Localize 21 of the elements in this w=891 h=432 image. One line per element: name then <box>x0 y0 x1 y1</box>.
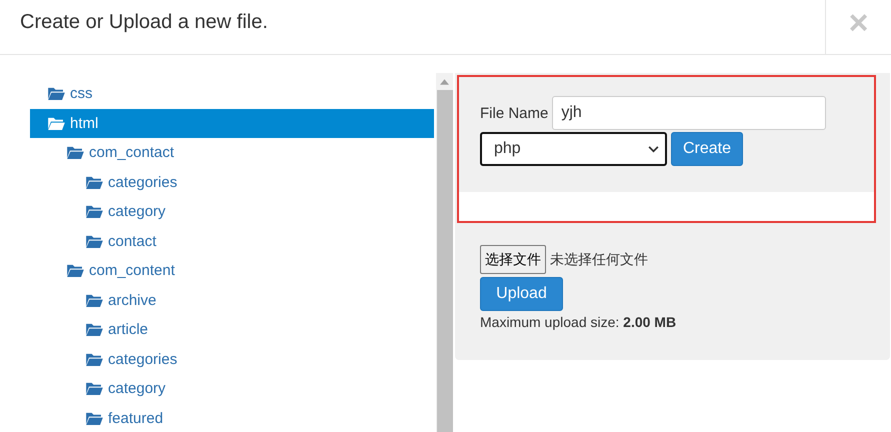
folder-tree-item[interactable]: categories <box>30 344 434 374</box>
file-name-label: File Name <box>480 104 548 122</box>
folder-tree-item[interactable]: category <box>30 197 434 226</box>
folder-tree-item[interactable]: featured <box>30 404 434 432</box>
folder-tree-item[interactable]: css <box>30 79 434 108</box>
folder-tree-item[interactable]: html <box>30 108 434 138</box>
max-upload-size-text: Maximum upload size: 2.00 MB <box>480 314 676 330</box>
file-type-select[interactable]: php <box>480 132 667 166</box>
folder-tree-item[interactable]: article <box>30 315 434 344</box>
folder-tree-item[interactable]: com_contact <box>30 138 434 168</box>
create-button[interactable]: Create <box>671 132 744 166</box>
folder-tree-item[interactable]: categories <box>30 168 434 197</box>
choose-file-button[interactable]: 选择文件 <box>480 245 546 274</box>
folder-tree-item[interactable]: com_content <box>30 256 434 286</box>
folder-tree-item[interactable]: archive <box>30 286 434 315</box>
folder-tree-item[interactable]: contact <box>30 226 434 256</box>
folder-tree-item[interactable]: category <box>30 374 434 404</box>
no-file-text: 未选择任何文件 <box>550 250 648 268</box>
upload-button[interactable]: Upload <box>480 277 563 311</box>
dialog-title: Create or Upload a new file. <box>19 10 268 35</box>
file-name-input[interactable]: yjh <box>552 96 826 130</box>
